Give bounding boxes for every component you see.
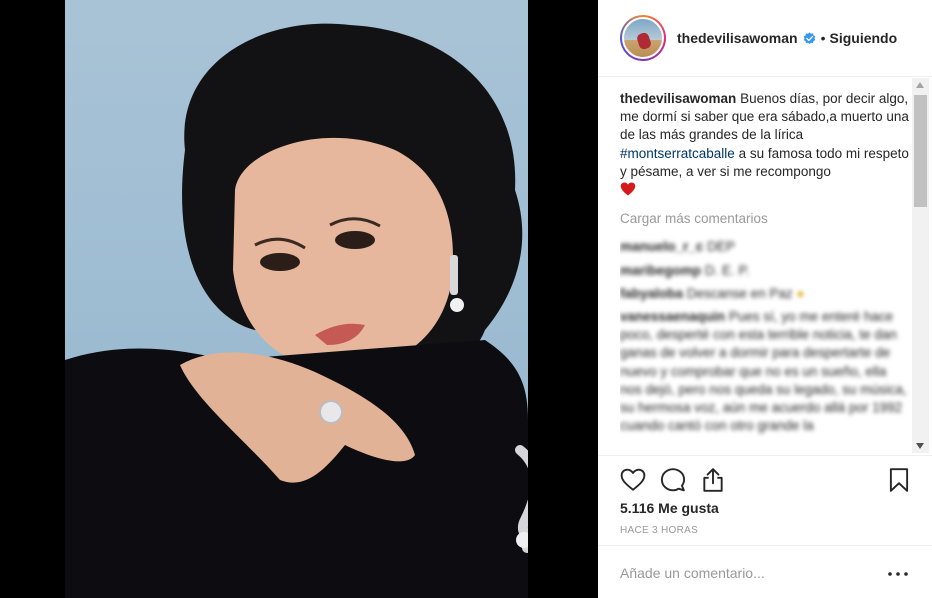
story-ring[interactable]	[620, 15, 666, 61]
caption-username[interactable]: thedevilisawoman	[620, 91, 736, 106]
scroll-up-arrow-icon[interactable]	[916, 82, 924, 88]
comment-username[interactable]: fabyaloba	[620, 286, 683, 301]
header-separator: •	[820, 30, 826, 46]
comment-username[interactable]: manuelo_r_c	[620, 239, 703, 254]
comment-username[interactable]: vanessaenaquin	[620, 309, 725, 324]
comment-icon[interactable]	[660, 467, 686, 493]
post-media	[0, 0, 598, 598]
comment-text: DEP	[707, 239, 735, 255]
caption: thedevilisawoman Buenos días, por decir …	[620, 90, 910, 199]
verified-badge-icon	[803, 31, 815, 44]
comment-input[interactable]: Añade un comentario...	[620, 565, 765, 581]
bookmark-icon[interactable]	[886, 467, 912, 493]
comments-scrollbar[interactable]	[912, 78, 929, 453]
more-options-icon[interactable]	[888, 572, 908, 576]
comment-item: manuelo_r_c DEP	[620, 238, 910, 256]
comment-text: D. E. P.	[704, 262, 750, 278]
comments-list: thedevilisawoman Buenos días, por decir …	[620, 90, 910, 460]
comment-item: maribegomp D. E. P.	[620, 262, 910, 280]
smile-emoji-icon: ●	[796, 285, 805, 301]
avatar[interactable]	[622, 17, 664, 59]
share-icon[interactable]	[700, 467, 726, 493]
comment-username[interactable]: maribegomp	[620, 263, 701, 278]
likes-count[interactable]: 5.116 Me gusta	[620, 500, 719, 516]
portrait-image	[65, 23, 528, 598]
post-side-panel: thedevilisawoman • Siguiendo thedevilisa…	[598, 0, 932, 598]
follow-status-button[interactable]: Siguiendo	[830, 30, 898, 46]
scroll-down-arrow-icon[interactable]	[916, 443, 924, 449]
scroll-thumb[interactable]	[914, 95, 927, 207]
header-username[interactable]: thedevilisawoman	[677, 30, 798, 46]
post-photo[interactable]	[65, 0, 528, 598]
comment-item: vanessaenaquin Pues sí, yo me enteré hac…	[620, 308, 910, 435]
heart-icon[interactable]	[620, 467, 646, 493]
add-comment-bar: Añade un comentario...	[598, 545, 932, 598]
post-timestamp[interactable]: Hace 3 horas	[620, 525, 698, 536]
comment-text: Descanse en Paz	[686, 285, 793, 301]
caption-hashtag[interactable]: #montserratcaballe	[620, 146, 735, 161]
comment-item: fabyaloba Descanse en Paz ●	[620, 285, 910, 303]
load-more-comments-button[interactable]: Cargar más comentarios	[620, 210, 910, 228]
comment-text: Pues sí, yo me enteré hace poco, despert…	[620, 309, 907, 434]
post-actions: 5.116 Me gusta Hace 3 horas	[598, 455, 932, 545]
blurred-comments: manuelo_r_c DEP maribegomp D. E. P. faby…	[620, 238, 910, 435]
red-heart-emoji-icon	[620, 182, 636, 196]
post-header: thedevilisawoman • Siguiendo	[598, 0, 932, 77]
